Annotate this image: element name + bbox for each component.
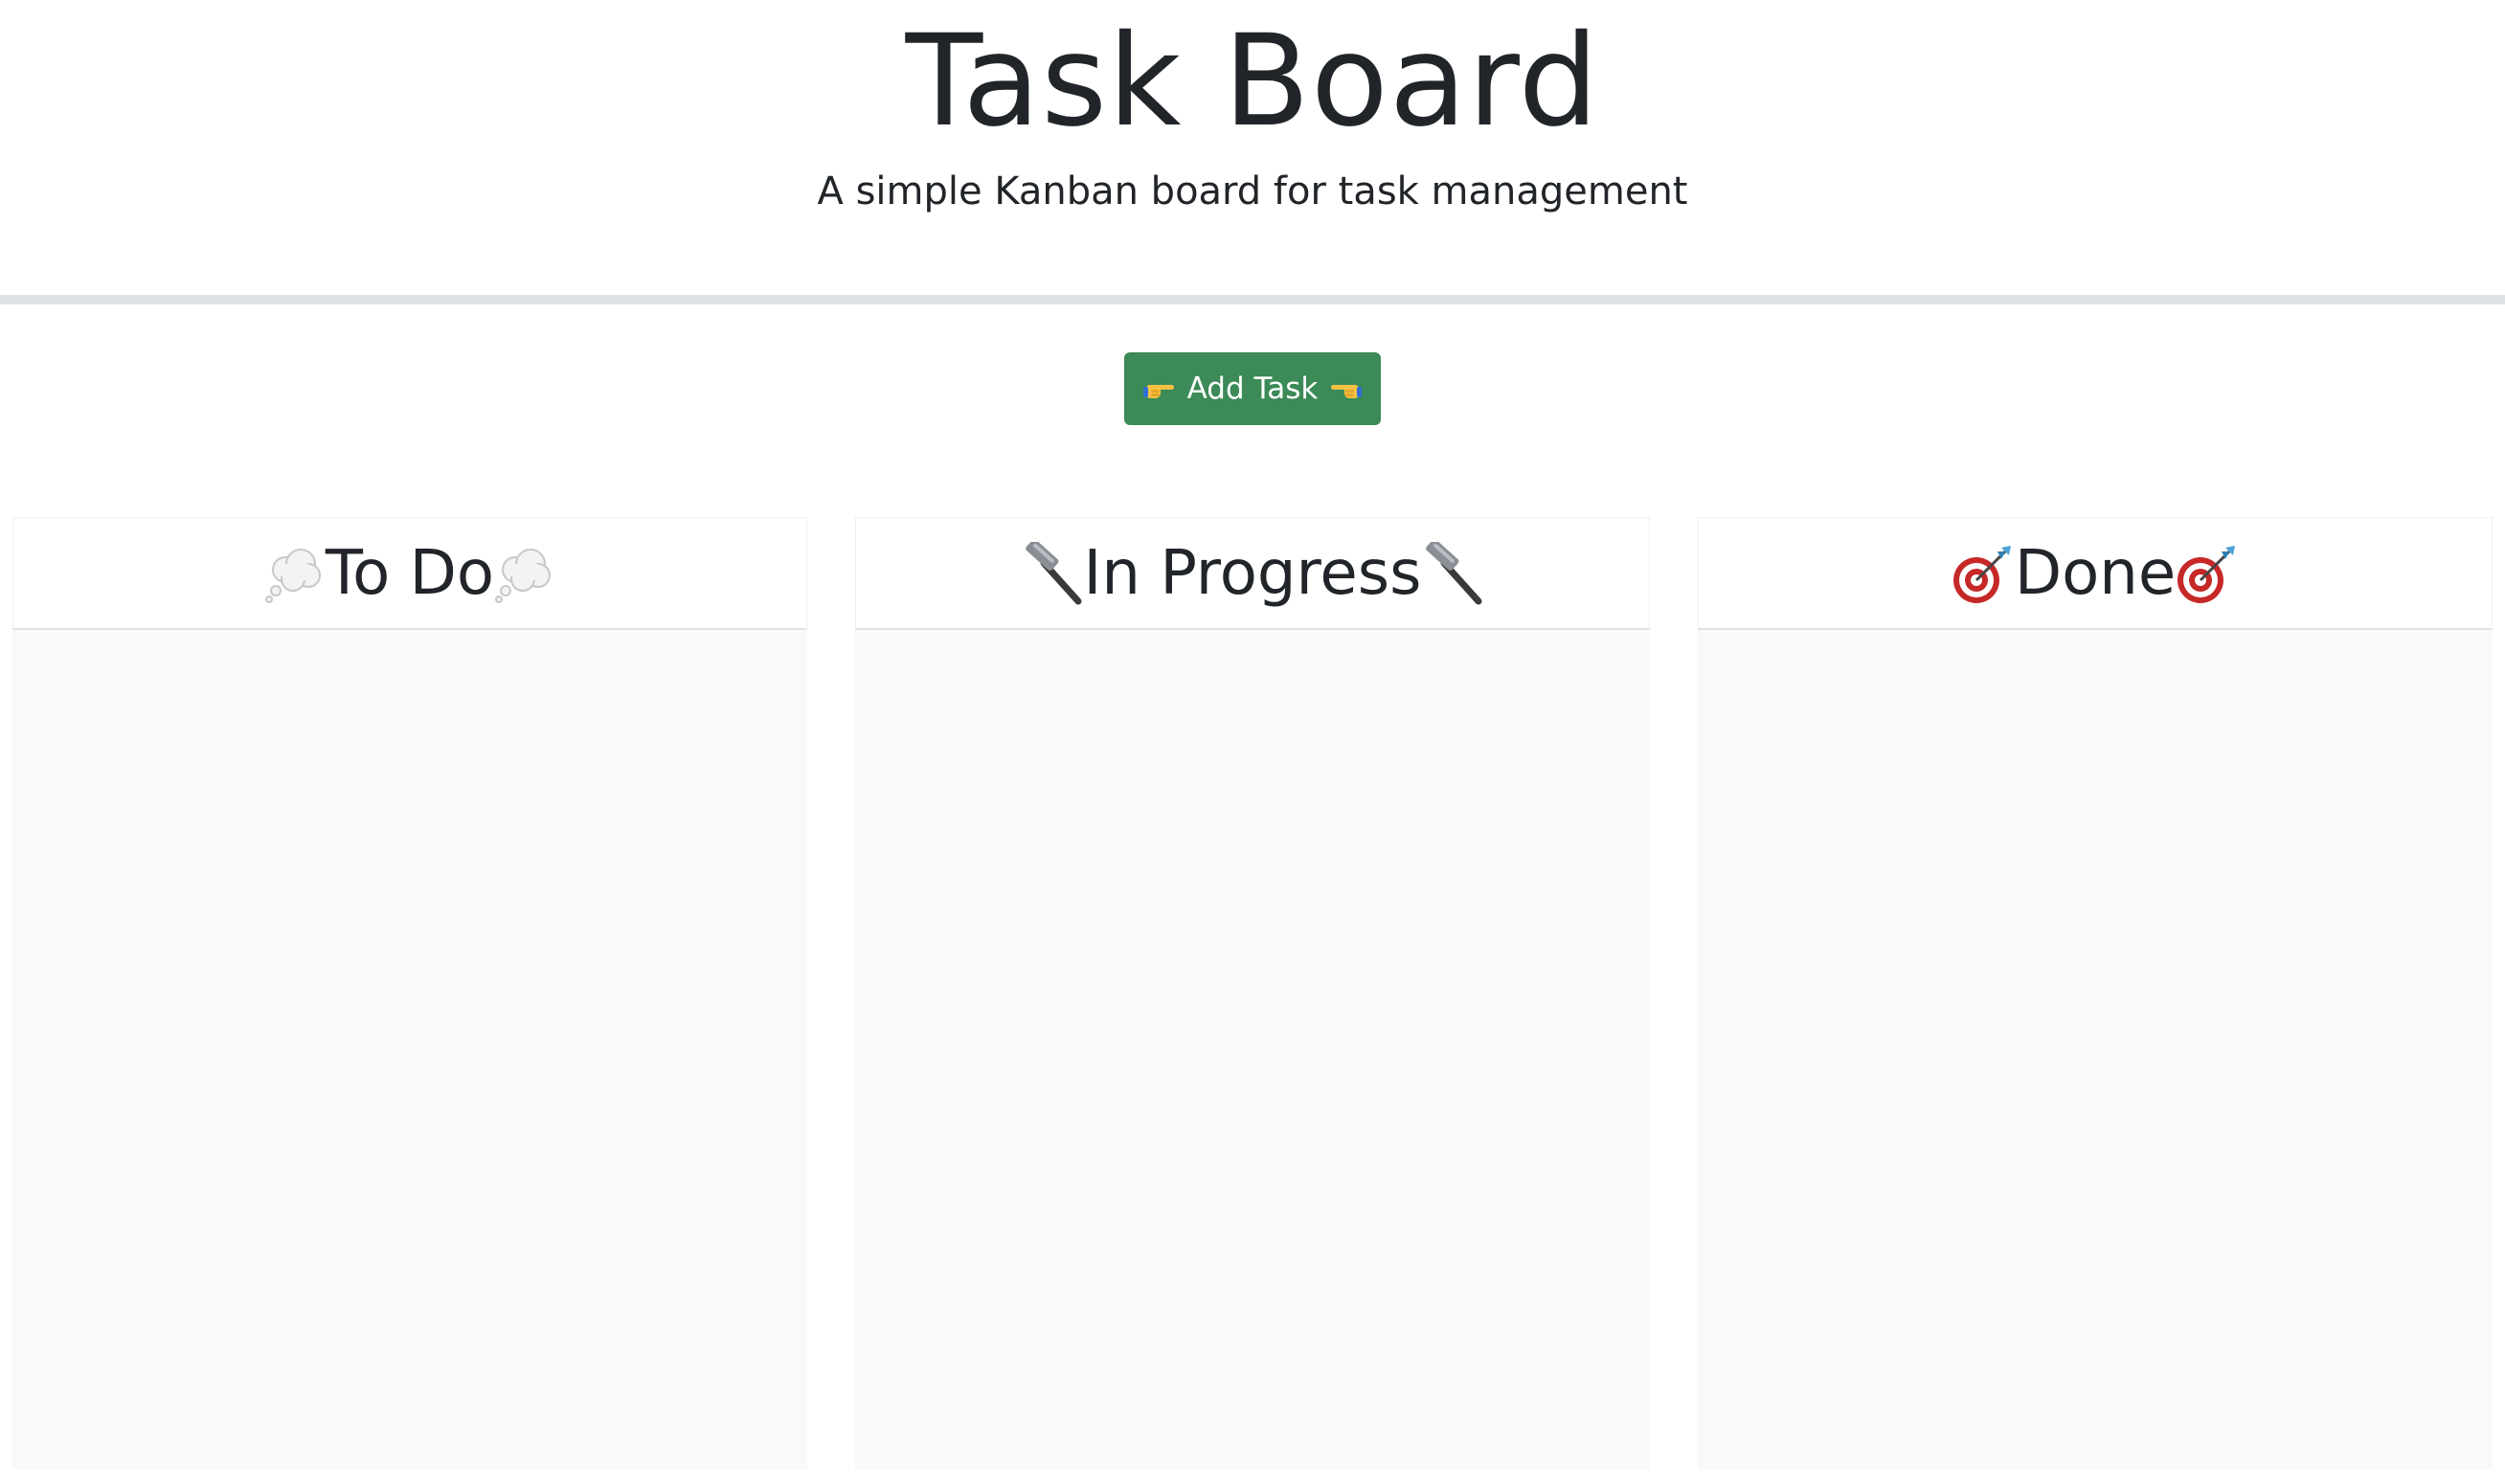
page-title: Task Board bbox=[905, 8, 1600, 155]
pointing-right-hand-icon bbox=[1142, 377, 1176, 400]
dart-target-icon bbox=[2176, 542, 2239, 605]
task-board-page: Task Board A simple Kanban board for tas… bbox=[0, 0, 2505, 1484]
column-in-progress: In Progress bbox=[855, 517, 1650, 1470]
column-title-text: In Progress bbox=[1083, 537, 1422, 609]
column-title-todo: To Do bbox=[264, 537, 555, 610]
hammer-icon bbox=[1421, 541, 1484, 605]
column-dropzone-todo[interactable] bbox=[12, 630, 807, 1470]
column-title-done: Done bbox=[1952, 537, 2239, 610]
pointing-left-hand-icon bbox=[1329, 377, 1363, 400]
thought-bubble-icon bbox=[494, 543, 555, 604]
column-done: Done bbox=[1698, 517, 2493, 1470]
column-title-text: To Do bbox=[325, 537, 495, 609]
page-subtitle: A simple Kanban board for task managemen… bbox=[817, 169, 1688, 214]
page-header: Task Board A simple Kanban board for tas… bbox=[0, 0, 2505, 295]
hammer-icon bbox=[1021, 541, 1084, 605]
column-dropzone-done[interactable] bbox=[1698, 630, 2493, 1470]
kanban-board: To Do In Progress Done bbox=[0, 517, 2505, 1484]
thought-bubble-icon bbox=[264, 543, 326, 604]
column-header-done: Done bbox=[1698, 517, 2493, 630]
column-header-todo: To Do bbox=[12, 517, 807, 630]
column-header-in-progress: In Progress bbox=[855, 517, 1650, 630]
dart-target-icon bbox=[1952, 542, 2015, 605]
add-task-label: Add Task bbox=[1186, 371, 1319, 406]
column-dropzone-in-progress[interactable] bbox=[855, 630, 1650, 1470]
column-title-text: Done bbox=[2014, 537, 2177, 609]
add-task-button[interactable]: Add Task bbox=[1124, 352, 1381, 425]
header-divider bbox=[0, 295, 2505, 304]
column-title-in-progress: In Progress bbox=[1021, 537, 1485, 610]
column-todo: To Do bbox=[12, 517, 807, 1470]
